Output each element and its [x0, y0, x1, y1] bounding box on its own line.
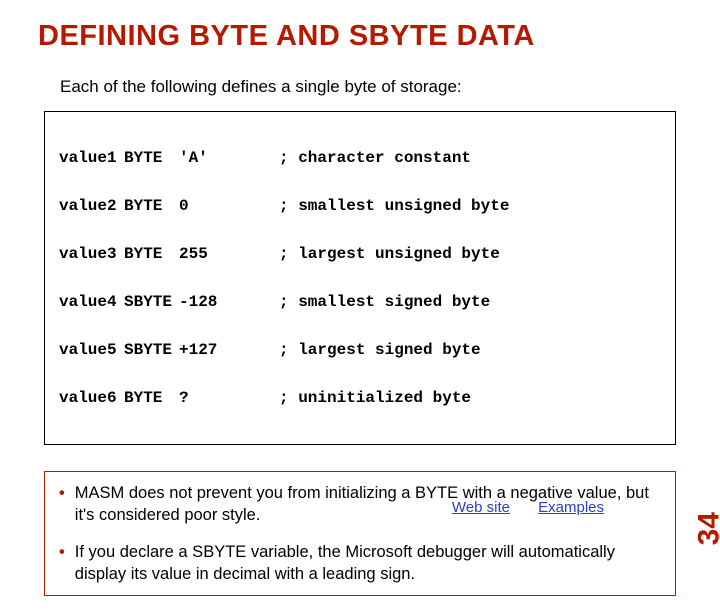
website-link[interactable]: Web site: [452, 499, 510, 516]
code-row: value5SBYTE+127; largest signed byte: [59, 338, 661, 362]
slide-title: DEFINING BYTE AND SBYTE DATA: [38, 20, 682, 53]
note-text: If you declare a SBYTE variable, the Mic…: [75, 541, 661, 586]
code-row: value2BYTE0; smallest unsigned byte: [59, 194, 661, 218]
footer-links: Web site Examples: [452, 499, 628, 516]
code-row: value3BYTE255; largest unsigned byte: [59, 242, 661, 266]
code-row: value1BYTE'A'; character constant: [59, 146, 661, 170]
page-number: 34: [692, 512, 720, 545]
notes-box: • MASM does not prevent you from initial…: [44, 471, 676, 596]
examples-link[interactable]: Examples: [538, 499, 604, 516]
code-box: value1BYTE'A'; character constant value2…: [44, 111, 676, 445]
intro-text: Each of the following defines a single b…: [60, 77, 682, 97]
code-row: value4SBYTE-128; smallest signed byte: [59, 290, 661, 314]
note-bullet: • If you declare a SBYTE variable, the M…: [59, 541, 661, 586]
bullet-icon: •: [59, 541, 65, 586]
code-row: value6BYTE?; uninitialized byte: [59, 386, 661, 410]
bullet-icon: •: [59, 482, 65, 527]
